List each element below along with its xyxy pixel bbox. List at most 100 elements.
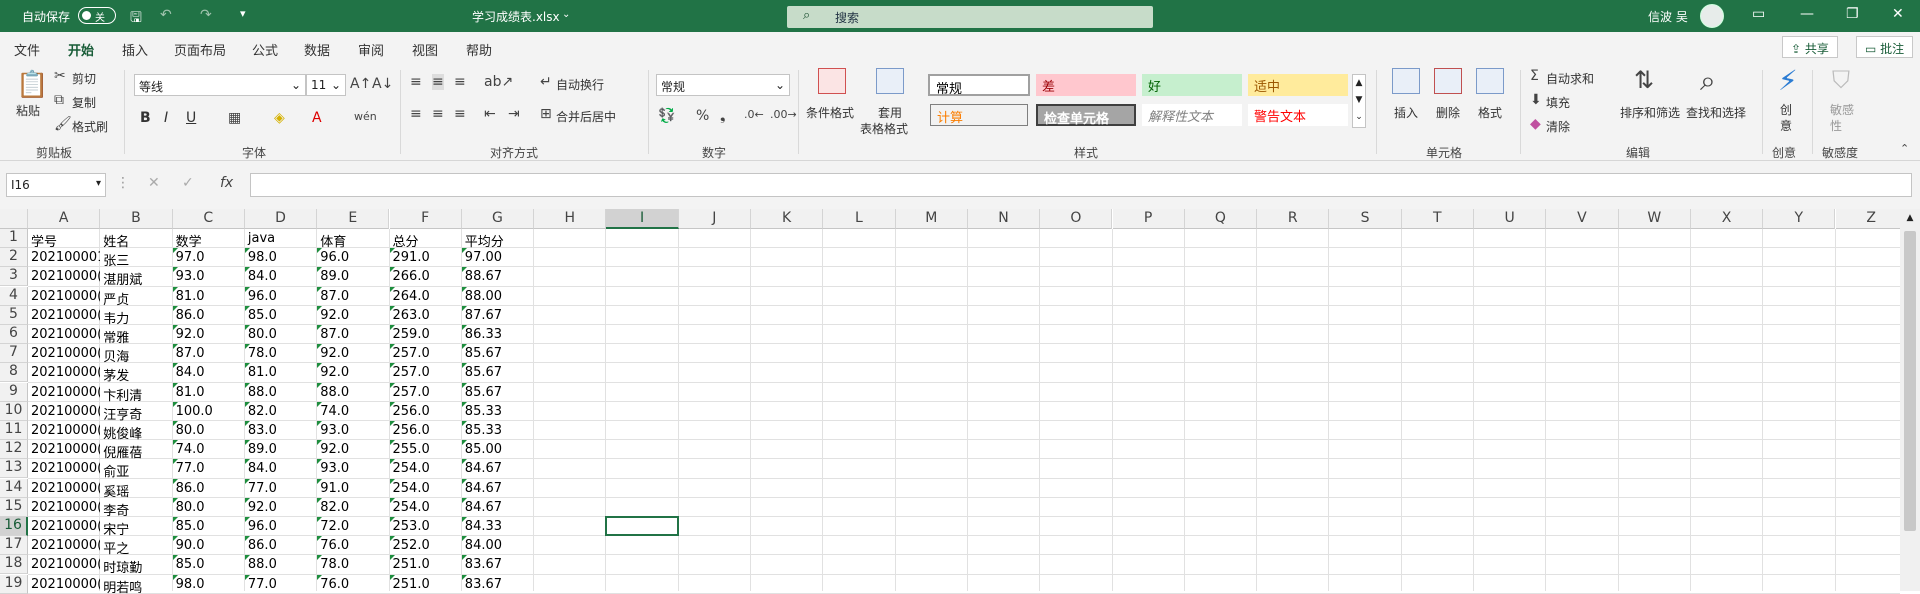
row-header[interactable]: 12 xyxy=(0,440,28,460)
row-header[interactable]: 11 xyxy=(0,421,28,440)
table-cell[interactable]: 86.0 xyxy=(172,478,245,498)
table-cell[interactable]: 88.0 xyxy=(317,382,389,402)
table-cell[interactable]: 72.0 xyxy=(317,517,389,536)
table-cell[interactable]: 78.0 xyxy=(244,344,317,363)
find-select-icon[interactable]: ⌕ xyxy=(1700,64,1716,98)
table-cell[interactable]: 84.0 xyxy=(244,459,317,478)
merge-center-icon[interactable]: ⊞ xyxy=(540,106,552,122)
table-cell[interactable]: 80.0 xyxy=(172,421,245,440)
column-header[interactable]: Y xyxy=(1763,209,1836,229)
table-cell[interactable]: 卞利清 xyxy=(100,383,172,402)
table-cell[interactable]: 89.0 xyxy=(244,440,317,459)
table-cell[interactable]: 97.00 xyxy=(461,248,534,267)
minimize-icon[interactable]: — xyxy=(1800,6,1814,22)
font-color-icon[interactable]: A xyxy=(312,110,322,126)
table-cell[interactable]: 87.0 xyxy=(172,344,245,363)
share-button[interactable]: ⇪ 共享 xyxy=(1782,36,1838,58)
table-cell[interactable]: 85.67 xyxy=(461,382,534,402)
document-title[interactable]: 学习成绩表.xlsx xyxy=(472,8,560,25)
font-name-select[interactable]: 等线 ⌄ xyxy=(134,74,306,96)
column-header[interactable]: J xyxy=(678,209,751,229)
table-cell[interactable]: 83.0 xyxy=(244,421,317,440)
table-cell[interactable]: 84.0 xyxy=(244,267,317,286)
format-as-table-line2[interactable]: 表格格式 xyxy=(860,120,908,137)
table-cell[interactable]: 贝海 xyxy=(100,344,172,363)
table-cell[interactable]: 20210000( xyxy=(28,498,100,517)
number-format-select[interactable]: 常规 ⌄ xyxy=(656,74,790,96)
table-cell[interactable]: 92.0 xyxy=(244,497,317,517)
table-cell[interactable]: 88.0 xyxy=(244,382,317,402)
name-box[interactable]: I16 ▾ xyxy=(6,173,106,197)
table-cell[interactable]: 20210000( xyxy=(28,383,100,402)
table-cell[interactable]: 100.0 xyxy=(172,401,245,421)
table-cell[interactable]: 83.67 xyxy=(461,555,534,574)
table-cell[interactable]: 251.0 xyxy=(389,555,462,574)
row-header[interactable]: 15 xyxy=(0,497,28,517)
table-cell[interactable]: 张三 xyxy=(100,248,172,267)
decrease-indent-icon[interactable]: ⇤ xyxy=(484,106,496,122)
table-cell[interactable]: 20210000( xyxy=(28,536,100,555)
column-header[interactable]: R xyxy=(1257,209,1330,229)
table-cell[interactable]: 学号 xyxy=(28,229,100,248)
table-cell[interactable]: 李奇 xyxy=(100,498,172,517)
align-right-icon[interactable]: ≡ xyxy=(454,106,466,122)
shrink-font-icon[interactable]: A↓ xyxy=(372,76,393,92)
borders-icon[interactable]: ▦ xyxy=(228,110,241,126)
tab-help[interactable]: 帮助 xyxy=(466,40,492,59)
table-cell[interactable]: 88.67 xyxy=(461,267,534,286)
align-left-icon[interactable]: ≡ xyxy=(410,106,422,122)
table-cell[interactable]: 88.00 xyxy=(461,286,534,306)
column-header[interactable]: S xyxy=(1329,209,1402,229)
underline-button[interactable]: U xyxy=(186,110,196,126)
column-header[interactable]: V xyxy=(1546,209,1619,229)
table-cell[interactable]: 87.0 xyxy=(317,286,389,306)
align-center-icon[interactable]: ≡ xyxy=(432,106,444,122)
scroll-up-icon[interactable]: ▲ xyxy=(1900,209,1920,223)
table-cell[interactable]: 257.0 xyxy=(389,363,462,382)
row-header[interactable]: 9 xyxy=(0,382,28,402)
table-cell[interactable]: 74.0 xyxy=(172,440,245,459)
select-all-corner[interactable] xyxy=(0,209,28,229)
clear-icon[interactable]: ◆ xyxy=(1530,116,1541,132)
style-check-cell[interactable]: 检查单元格 xyxy=(1036,104,1136,127)
row-header[interactable]: 2 xyxy=(0,248,28,268)
table-cell[interactable]: 84.67 xyxy=(461,478,534,498)
close-icon[interactable]: ✕ xyxy=(1892,6,1904,22)
column-header[interactable]: N xyxy=(967,209,1041,229)
enter-icon[interactable]: ✓ xyxy=(182,175,194,191)
table-cell[interactable]: 96.0 xyxy=(244,517,317,536)
table-cell[interactable]: 84.0 xyxy=(172,363,245,382)
table-cell[interactable]: 茅发 xyxy=(100,363,172,382)
table-cell[interactable]: 20210000( xyxy=(28,459,100,478)
style-neutral[interactable]: 适中 xyxy=(1248,74,1348,96)
table-cell[interactable]: 80.0 xyxy=(172,497,245,517)
align-bottom-icon[interactable]: ≡ xyxy=(454,74,466,90)
table-cell[interactable]: 84.00 xyxy=(461,536,534,555)
increase-indent-icon[interactable]: ⇥ xyxy=(508,106,520,122)
save-icon[interactable]: 🖫 xyxy=(130,7,142,31)
table-cell[interactable]: 20210000( xyxy=(28,421,100,440)
row-header[interactable]: 16 xyxy=(0,517,28,536)
insert-cells-icon[interactable] xyxy=(1392,68,1420,94)
column-header[interactable]: C xyxy=(172,209,245,229)
table-cell[interactable]: 255.0 xyxy=(389,440,462,459)
restore-icon[interactable]: ❐ xyxy=(1846,6,1859,22)
table-cell[interactable]: 253.0 xyxy=(389,517,462,536)
styles-scroll[interactable]: ▲ ▼ ⌄ xyxy=(1352,74,1366,128)
table-cell[interactable]: java xyxy=(245,229,317,248)
table-cell[interactable]: 湛朋斌 xyxy=(100,267,172,286)
fill-color-icon[interactable]: ◈ xyxy=(274,110,285,126)
autosum-icon[interactable]: Σ xyxy=(1530,68,1539,84)
row-header[interactable]: 18 xyxy=(0,555,28,575)
table-cell[interactable]: 80.0 xyxy=(244,325,317,344)
format-as-table-icon[interactable] xyxy=(876,68,904,94)
style-normal[interactable]: 常规 xyxy=(928,74,1030,97)
font-size-select[interactable]: 11 ⌄ xyxy=(306,74,346,96)
table-cell[interactable]: 20210000( xyxy=(28,287,100,306)
table-cell[interactable]: 81.0 xyxy=(172,382,245,402)
table-cell[interactable]: 20210000( xyxy=(28,306,100,325)
table-cell[interactable]: 20210000( xyxy=(28,517,100,536)
table-cell[interactable]: 81.0 xyxy=(172,286,245,306)
table-cell[interactable]: 89.0 xyxy=(317,267,389,286)
table-cell[interactable]: 20210000( xyxy=(28,363,100,382)
